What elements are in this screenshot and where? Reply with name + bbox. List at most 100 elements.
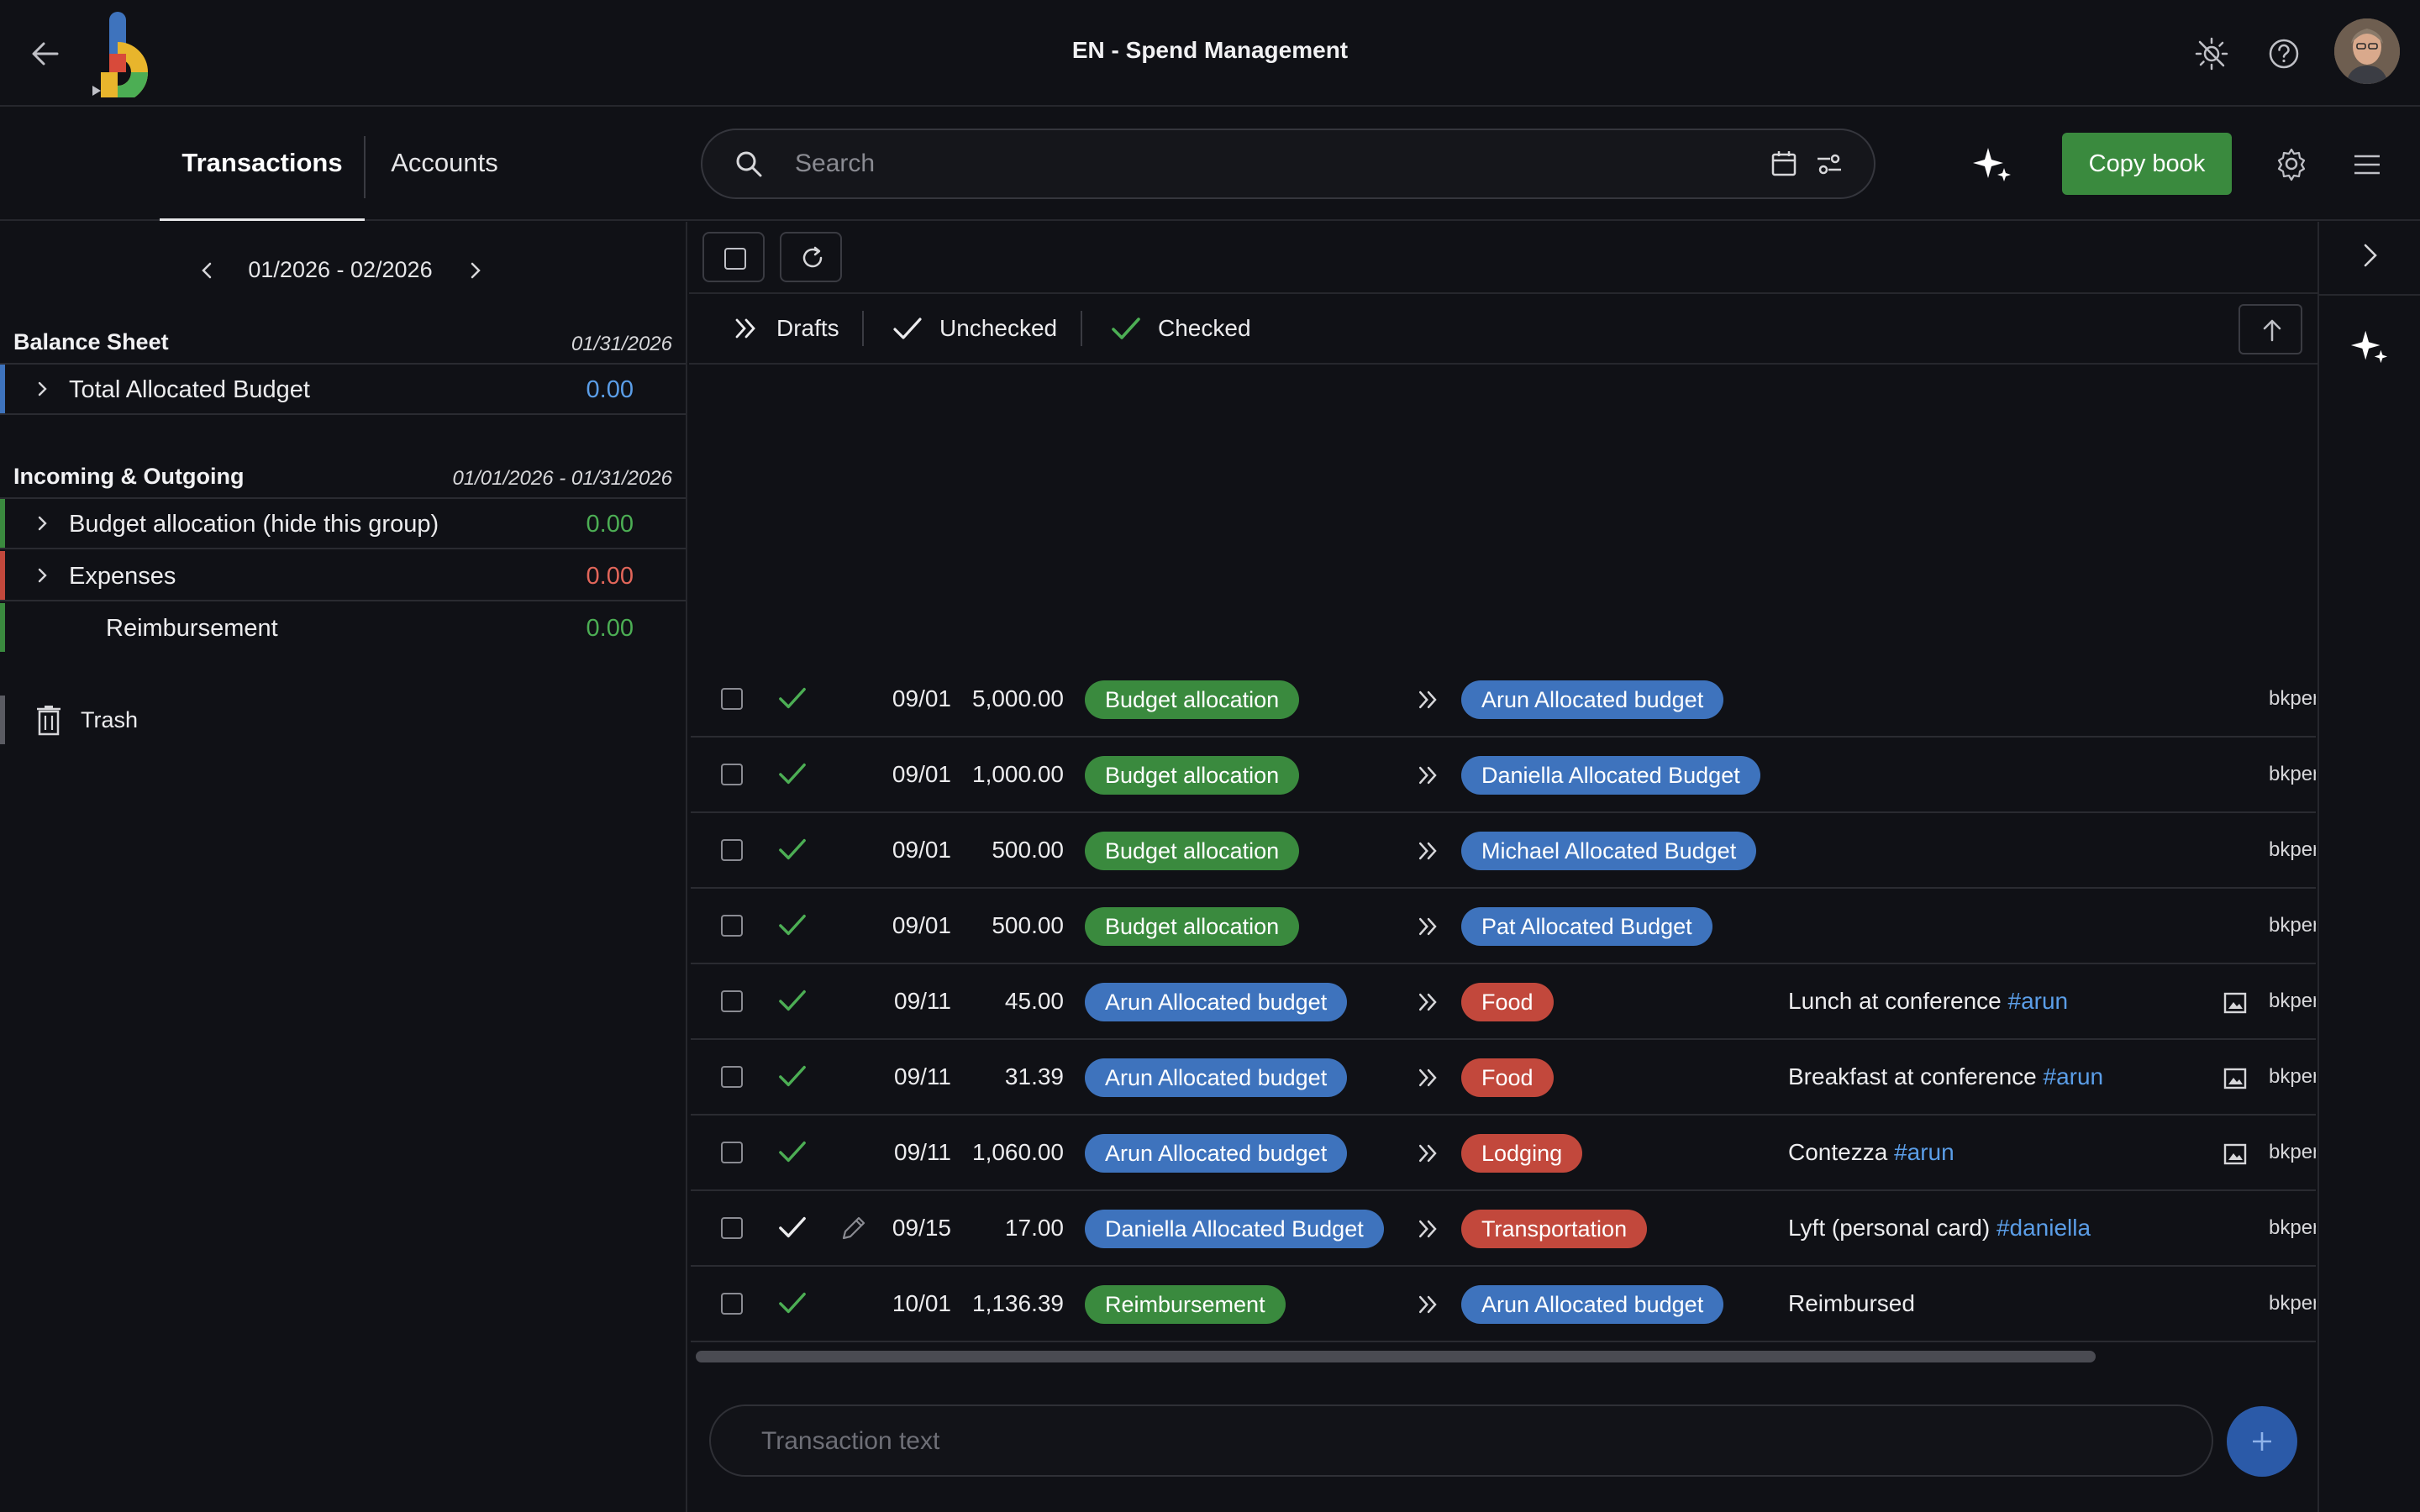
transaction-id: bkper [2269,1065,2316,1088]
to-account-pill[interactable]: Pat Allocated Budget [1461,907,1712,946]
checked-status-icon[interactable] [776,759,808,788]
edit-pencil-icon[interactable] [839,1213,869,1243]
scroll-to-top-button[interactable] [2238,304,2302,354]
plus-icon [2253,1432,2271,1451]
from-account-pill[interactable]: Daniella Allocated Budget [1085,1210,1384,1248]
transaction-row[interactable]: 09/01 1,000.00 Budget allocation Daniella A… [691,738,2316,813]
next-period-button[interactable] [464,257,487,284]
transaction-row[interactable]: 09/01 5,000.00 Budget allocation Arun Alloc… [691,662,2316,738]
checked-status-icon[interactable] [776,835,808,864]
filter-unchecked[interactable]: Unchecked [891,311,1057,346]
checked-status-icon[interactable] [776,1289,808,1317]
to-account-pill[interactable]: Arun Allocated budget [1461,680,1724,719]
horizontal-scrollbar[interactable] [696,1351,2096,1362]
transaction-text-input[interactable] [761,1420,2173,1463]
row-checkbox[interactable] [721,839,743,861]
row-checkbox[interactable] [721,764,743,785]
transaction-row[interactable]: 09/11 1,060.00 Arun Allocated budget Lodgin… [691,1116,2316,1191]
transaction-row[interactable]: 09/01 500.00 Budget allocation Pat Allocate… [691,889,2316,964]
account-group-total-allocated-budget[interactable]: Total Allocated Budget 0.00 [0,365,686,415]
sparkle-icon [2350,330,2388,364]
trash-item[interactable]: Trash [0,694,686,744]
from-account-pill[interactable]: Arun Allocated budget [1085,1134,1348,1173]
row-checkbox[interactable] [721,688,743,710]
to-account-pill[interactable]: Food [1461,983,1554,1021]
select-all-button[interactable] [702,232,765,282]
attachment-image-icon[interactable] [2222,990,2249,1016]
unchecked-status-icon[interactable] [776,1213,808,1242]
from-account-pill[interactable]: Budget allocation [1085,907,1300,946]
date-filter-button[interactable] [1768,148,1800,180]
to-account-pill[interactable]: Daniella Allocated Budget [1461,756,1760,795]
from-account-pill[interactable]: Budget allocation [1085,680,1300,719]
ai-panel-button[interactable] [2349,326,2390,366]
sliders-icon [1818,154,1841,175]
to-account-pill[interactable]: Lodging [1461,1134,1583,1173]
expand-panel-button[interactable] [2354,240,2385,270]
from-account-pill[interactable]: Reimbursement [1085,1285,1286,1324]
tab-accounts[interactable]: Accounts [366,108,523,218]
transaction-row[interactable]: 09/15 17.00 Daniella Allocated Budget Trans… [691,1191,2316,1267]
double-chevron-right-icon [1415,988,1442,1016]
account-group-budget-allocation[interactable]: Budget allocation (hide this group) 0.00 [0,499,686,549]
attachment-image-icon[interactable] [2222,1065,2249,1092]
group-color-bar [0,365,5,413]
filter-checked[interactable]: Checked [1109,311,1251,346]
hashtag[interactable]: #arun [2044,1063,2104,1089]
divider [2319,294,2420,296]
row-checkbox[interactable] [721,1217,743,1239]
period-label[interactable]: 01/2026 - 02/2026 [227,257,454,283]
from-account-pill[interactable]: Budget allocation [1085,756,1300,795]
chevron-right-icon[interactable] [32,564,54,586]
checked-status-icon[interactable] [776,911,808,939]
transaction-amount: 1,136.39 [972,1290,1064,1316]
transaction-date: 09/11 [894,1139,951,1165]
row-checkbox[interactable] [721,1066,743,1088]
user-avatar[interactable] [2334,18,2400,84]
tab-transactions[interactable]: Transactions [160,108,365,221]
checked-status-icon[interactable] [776,1137,808,1166]
help-button[interactable] [2265,35,2302,72]
previous-period-button[interactable] [195,257,218,284]
row-checkbox[interactable] [721,915,743,937]
row-checkbox[interactable] [721,990,743,1012]
to-account-pill[interactable]: Arun Allocated budget [1461,1285,1724,1324]
hashtag[interactable]: #arun [1894,1139,1954,1165]
filter-drafts[interactable]: Drafts [731,311,839,346]
ai-assistant-button[interactable] [1971,143,2013,185]
check-icon-green [1112,318,1140,339]
checked-status-icon[interactable] [776,986,808,1015]
theme-toggle-button[interactable] [2193,35,2230,72]
hashtag[interactable]: #daniella [1996,1215,2091,1241]
from-account-pill[interactable]: Budget allocation [1085,832,1300,870]
account-group-expenses[interactable]: Expenses 0.00 [0,551,686,601]
search-input[interactable] [795,141,1753,186]
row-checkbox[interactable] [721,1293,743,1315]
to-account-pill[interactable]: Transportation [1461,1210,1648,1248]
refresh-button[interactable] [780,232,842,282]
to-account-pill[interactable]: Michael Allocated Budget [1461,832,1757,870]
transaction-row[interactable]: 09/11 31.39 Arun Allocated budget Food Break… [691,1040,2316,1116]
chevron-right-icon[interactable] [32,512,54,534]
chevron-right-icon[interactable] [32,378,54,400]
menu-button[interactable] [2349,148,2385,181]
transaction-row[interactable]: 10/01 1,136.39 Reimbursement Arun Allocated… [691,1267,2316,1342]
from-account-pill[interactable]: Arun Allocated budget [1085,983,1348,1021]
transaction-row[interactable]: 09/01 500.00 Budget allocation Michael Allo… [691,813,2316,889]
add-transaction-button[interactable] [2227,1406,2297,1477]
transaction-id: bkper [2269,990,2316,1012]
settings-button[interactable] [2274,146,2309,181]
attachment-image-icon[interactable] [2222,1141,2249,1168]
to-account-pill[interactable]: Food [1461,1058,1554,1097]
advanced-filter-button[interactable] [1813,148,1845,180]
hashtag[interactable]: #arun [2008,988,2069,1014]
book-title: EN - Spend Management [1071,37,1349,63]
from-account-pill[interactable]: Arun Allocated budget [1085,1058,1348,1097]
transaction-row[interactable]: 09/11 45.00 Arun Allocated budget Food Lunch… [691,964,2316,1040]
copy-book-button[interactable]: Copy book [2062,133,2232,195]
row-checkbox[interactable] [721,1142,743,1163]
help-circle-icon [2269,39,2299,69]
checked-status-icon[interactable] [776,1062,808,1090]
checked-status-icon[interactable] [776,684,808,712]
account-reimbursement[interactable]: Reimbursement 0.00 [0,603,686,654]
